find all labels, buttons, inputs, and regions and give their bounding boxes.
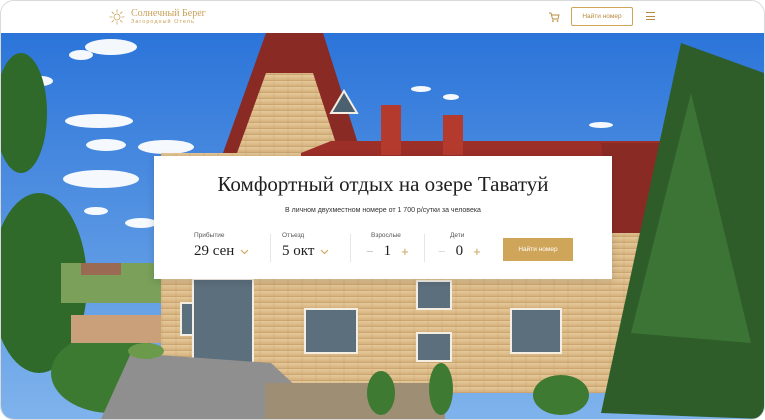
adults-field: Взрослые − 1 + xyxy=(366,232,409,260)
departure-date: 5 окт xyxy=(282,243,315,259)
booking-card: Комфортный отдых на озере Таватуй В личн… xyxy=(154,156,612,279)
find-room-header-button[interactable]: Найти номер xyxy=(571,7,633,26)
adults-plus-button[interactable]: + xyxy=(401,245,409,258)
adults-count: 1 xyxy=(383,243,392,259)
sun-logo-icon xyxy=(109,9,125,25)
departure-label: Отъезд xyxy=(282,232,305,239)
brand-name: Солнечный Берег xyxy=(131,7,206,19)
arrival-label: Прибытие xyxy=(194,232,225,239)
children-field: Дети − 0 + xyxy=(438,232,481,260)
browser-frame: Солнечный Берег Загородный Отель Найти н… xyxy=(0,0,765,420)
chevron-down-icon[interactable] xyxy=(240,249,249,255)
adults-label: Взрослые xyxy=(371,232,401,239)
hero-headline: Комфортный отдых на озере Таватуй xyxy=(217,172,549,196)
children-plus-button[interactable]: + xyxy=(473,245,481,258)
divider xyxy=(424,234,425,262)
chevron-down-icon[interactable] xyxy=(320,249,329,255)
children-count: 0 xyxy=(455,243,464,259)
divider xyxy=(270,234,271,262)
departure-field[interactable]: Отъезд 5 окт xyxy=(282,232,329,260)
divider xyxy=(350,234,351,262)
arrival-field[interactable]: Прибытие 29 сен xyxy=(194,232,249,260)
hero-subline: В личном двухместном номере от 1 700 р/с… xyxy=(285,207,481,214)
children-label: Дети xyxy=(450,232,465,239)
cart-icon[interactable] xyxy=(548,11,560,23)
find-room-button[interactable]: Найти номер xyxy=(503,238,573,261)
logo[interactable]: Солнечный Берег Загородный Отель xyxy=(109,7,206,27)
brand-tagline: Загородный Отель xyxy=(131,18,195,25)
arrival-date: 29 сен xyxy=(194,243,235,259)
hamburger-icon[interactable] xyxy=(646,12,655,21)
site-header: Солнечный Берег Загородный Отель Найти н… xyxy=(1,1,764,33)
adults-minus-button[interactable]: − xyxy=(366,245,374,258)
children-minus-button[interactable]: − xyxy=(438,245,446,258)
